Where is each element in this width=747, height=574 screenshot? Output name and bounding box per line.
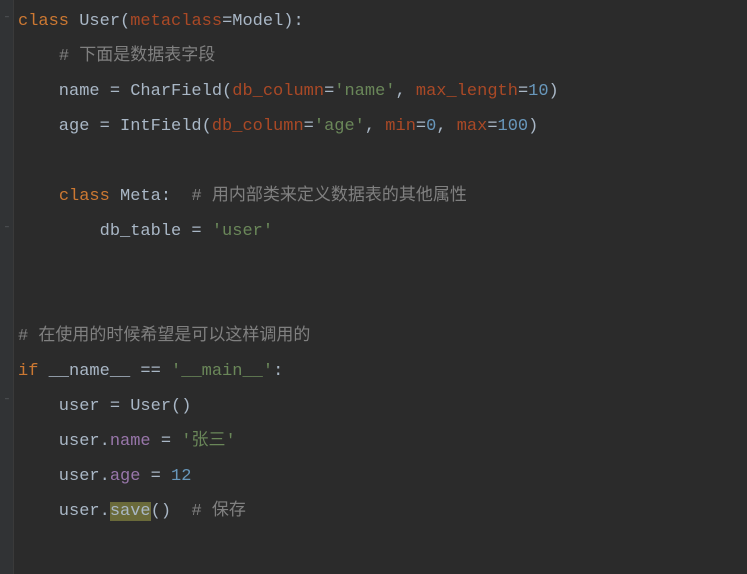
kwarg: max_length (416, 82, 518, 101)
code-text: name = CharField( (18, 82, 232, 101)
code-text: user = User() (18, 397, 191, 416)
indent (18, 187, 59, 206)
code-line: # 下面是数据表字段 (18, 39, 747, 74)
class-name: User( (69, 12, 130, 31)
kwarg-metaclass: metaclass (130, 12, 222, 31)
code-line: if __name__ == '__main__': (18, 354, 747, 389)
space (38, 362, 48, 381)
comma: , (365, 117, 385, 136)
keyword-class: class (18, 12, 69, 31)
kwarg: db_column (212, 117, 304, 136)
comment: # 下面是数据表字段 (59, 47, 215, 66)
attribute: age (110, 467, 141, 486)
call-parens: () (151, 502, 192, 521)
fold-marker-icon[interactable]: – (2, 394, 12, 404)
comment: # 保存 (191, 502, 245, 521)
number: 10 (528, 82, 548, 101)
operator: = (518, 82, 528, 101)
comment: # 在使用的时候希望是可以这样调用的 (18, 327, 310, 346)
code-line: class User(metaclass=Model): (18, 4, 747, 39)
code-line: user.age = 12 (18, 459, 747, 494)
code-text: user. (18, 502, 110, 521)
comma: , (396, 82, 416, 101)
number: 100 (498, 117, 529, 136)
operator: == (130, 362, 171, 381)
code-line: age = IntField(db_column='age', min=0, m… (18, 109, 747, 144)
paren: ) (528, 117, 538, 136)
operator: = (304, 117, 314, 136)
indent (18, 47, 59, 66)
code-text: age = IntField( (18, 117, 212, 136)
class-name: Meta: (110, 187, 192, 206)
code-text: user. (18, 432, 110, 451)
code-text: user. (18, 467, 110, 486)
kwarg: min (385, 117, 416, 136)
highlighted-method: save (110, 502, 151, 521)
code-line: class Meta: # 用内部类来定义数据表的其他属性 (18, 179, 747, 214)
code-line-empty (18, 144, 747, 179)
code-line: user.name = '张三' (18, 424, 747, 459)
paren: ) (549, 82, 559, 101)
code-line: user.save() # 保存 (18, 494, 747, 529)
dunder-name: __name__ (49, 362, 131, 381)
comma: , (436, 117, 456, 136)
gutter: – – – (0, 0, 14, 574)
kwarg: db_column (232, 82, 324, 101)
operator: = (151, 432, 182, 451)
string: 'name' (334, 82, 395, 101)
code-line: # 在使用的时候希望是可以这样调用的 (18, 319, 747, 354)
code-line-empty (18, 284, 747, 319)
string: 'user' (212, 222, 273, 241)
kwarg: max (457, 117, 488, 136)
code-line: user = User() (18, 389, 747, 424)
keyword-class: class (59, 187, 110, 206)
operator: = (324, 82, 334, 101)
number: 12 (171, 467, 191, 486)
colon: : (273, 362, 283, 381)
string: '__main__' (171, 362, 273, 381)
number: 0 (426, 117, 436, 136)
attribute: name (110, 432, 151, 451)
fold-marker-icon[interactable]: – (2, 222, 12, 232)
operator: = (222, 12, 232, 31)
code-editor[interactable]: class User(metaclass=Model): # 下面是数据表字段 … (18, 4, 747, 529)
code-line: name = CharField(db_column='name', max_l… (18, 74, 747, 109)
fold-marker-icon[interactable]: – (2, 12, 12, 22)
string: '张三' (181, 432, 235, 451)
operator: = (487, 117, 497, 136)
string: 'age' (314, 117, 365, 136)
identifier: Model): (232, 12, 303, 31)
code-line: db_table = 'user' (18, 214, 747, 249)
keyword-if: if (18, 362, 38, 381)
code-text: db_table = (18, 222, 212, 241)
code-line-empty (18, 249, 747, 284)
comment: # 用内部类来定义数据表的其他属性 (191, 187, 466, 206)
operator: = (416, 117, 426, 136)
operator: = (140, 467, 171, 486)
